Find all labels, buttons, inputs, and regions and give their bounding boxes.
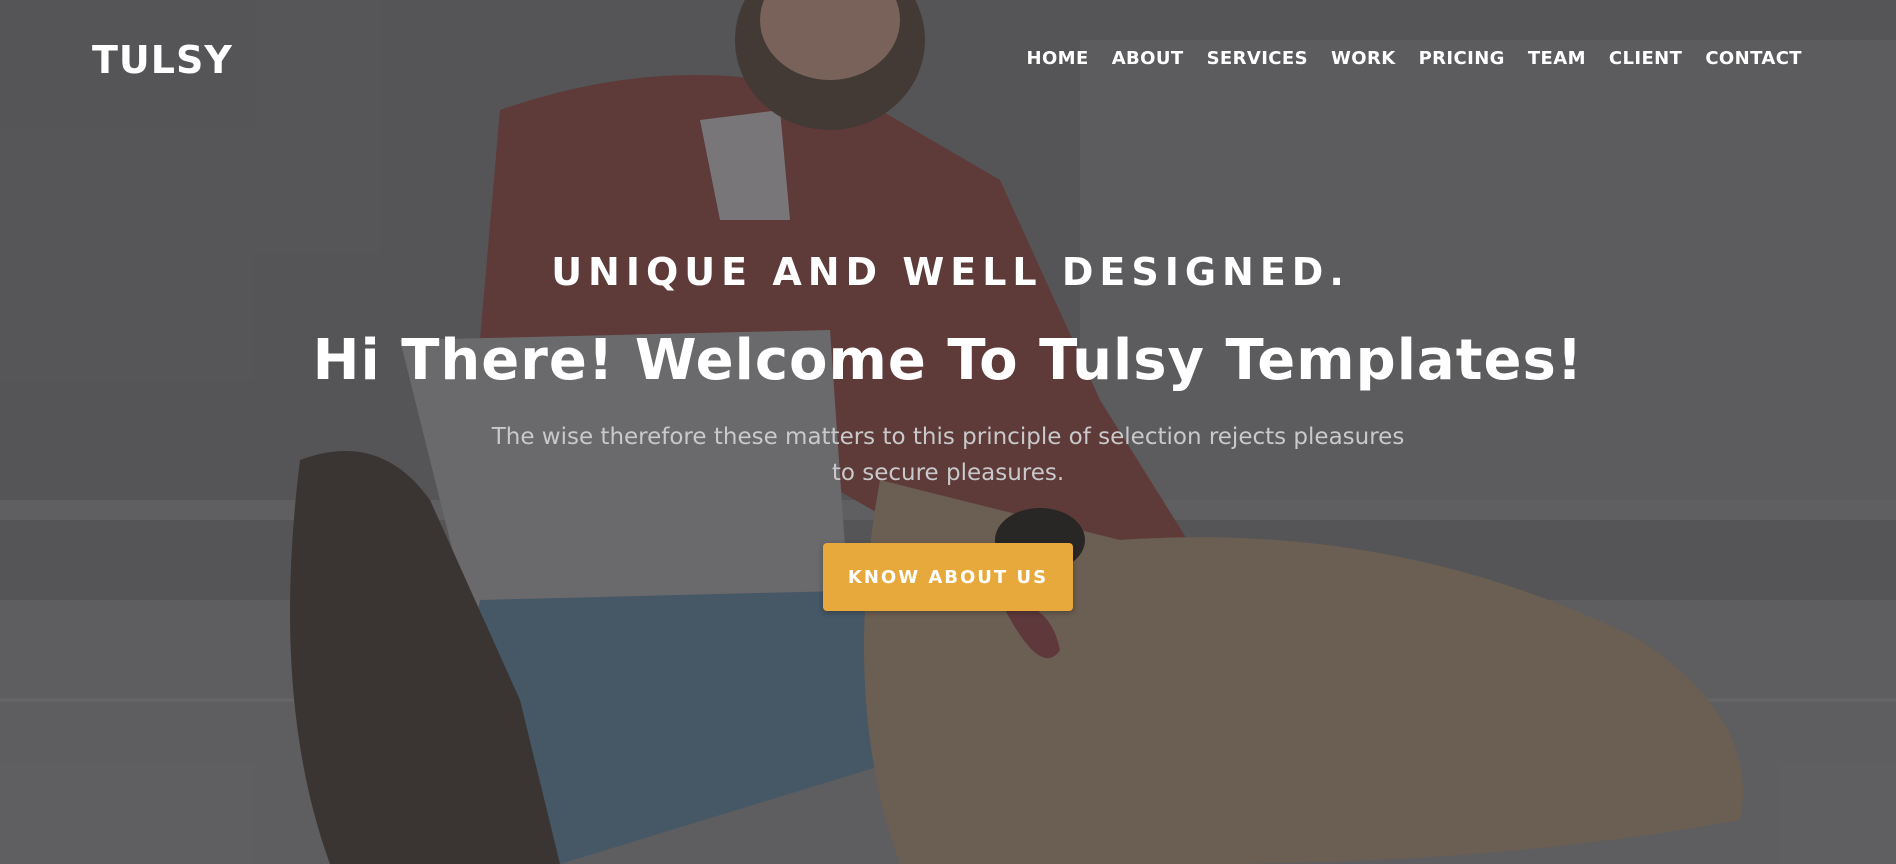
nav-item-work[interactable]: WORK [1331, 48, 1396, 69]
nav-item-about[interactable]: ABOUT [1112, 48, 1184, 69]
hero-eyebrow: UNIQUE AND WELL DESIGNED. [551, 250, 1350, 294]
hero-section: TULSY HOME ABOUT SERVICES WORK PRICING T… [0, 0, 1896, 864]
nav-item-team[interactable]: TEAM [1528, 48, 1586, 69]
site-logo[interactable]: TULSY [92, 38, 233, 82]
nav-item-services[interactable]: SERVICES [1207, 48, 1308, 69]
nav-item-pricing[interactable]: PRICING [1419, 48, 1505, 69]
nav-item-client[interactable]: CLIENT [1609, 48, 1682, 69]
hero-subtext: The wise therefore these matters to this… [491, 424, 1405, 486]
main-menu: HOME ABOUT SERVICES WORK PRICING TEAM CL… [1004, 48, 1802, 69]
know-about-us-button[interactable]: KNOW ABOUT US [823, 543, 1073, 611]
hero-headline: Hi There! Welcome To Tulsy Templates! [312, 328, 1584, 393]
hero-content: UNIQUE AND WELL DESIGNED. Hi There! Welc… [0, 250, 1896, 611]
top-navbar: TULSY HOME ABOUT SERVICES WORK PRICING T… [0, 0, 1896, 118]
nav-item-home[interactable]: HOME [1027, 48, 1089, 69]
nav-item-contact[interactable]: CONTACT [1705, 48, 1802, 69]
